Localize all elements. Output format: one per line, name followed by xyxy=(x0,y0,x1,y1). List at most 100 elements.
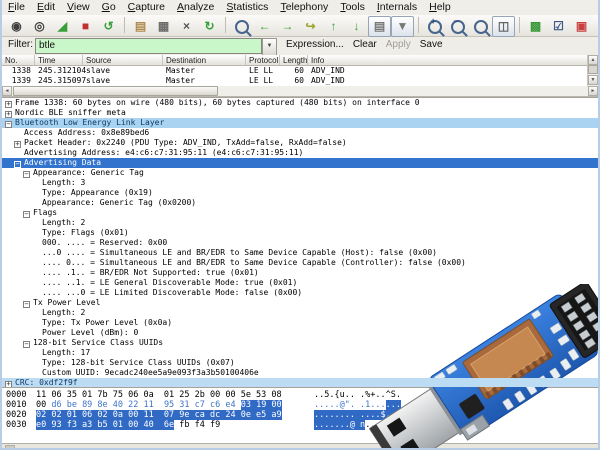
menu-item-tools[interactable]: Tools xyxy=(334,0,371,13)
packet-list-vscrollbar[interactable]: ▲ ▼ xyxy=(587,55,598,86)
tree-row[interactable]: .... .1.. = BR/EDR Not Supported: true (… xyxy=(2,268,598,278)
tree-row[interactable]: Length: 2 xyxy=(2,218,598,228)
restart-capture-button[interactable]: ↺ xyxy=(97,16,120,37)
menu-item-go[interactable]: Go xyxy=(96,0,122,13)
tree-row[interactable]: Length: 3 xyxy=(2,178,598,188)
go-back-icon: ← xyxy=(258,19,271,33)
hex-byte-run: 00 xyxy=(36,400,52,410)
scroll-right-icon[interactable]: ► xyxy=(588,86,598,96)
tree-row[interactable]: + Packet Header: 0x2240 (PDU Type: ADV_IN… xyxy=(2,138,598,148)
filter-dropdown-button[interactable]: ▼ xyxy=(262,38,277,56)
find-packet-icon xyxy=(234,20,249,34)
filter-save-button[interactable]: Save xyxy=(420,39,443,50)
menu-item-internals[interactable]: Internals xyxy=(371,0,423,13)
open-file-button[interactable]: ▤ xyxy=(129,16,152,37)
menu-bar: File Edit View Go Capture Analyze Statistics Te… xyxy=(2,0,598,16)
column-header-info[interactable]: Info xyxy=(308,55,588,66)
menu-item-telephony[interactable]: Telephony xyxy=(274,0,334,13)
packet-list-hscrollbar[interactable]: ◄ ► xyxy=(2,86,598,97)
filter-input[interactable]: btle xyxy=(35,38,262,54)
tree-row[interactable]: Type: Flags (0x01) xyxy=(2,228,598,238)
scroll-down-icon[interactable]: ▼ xyxy=(588,75,598,85)
zoom-in-button[interactable]: + xyxy=(423,16,446,37)
expand-icon[interactable]: + xyxy=(14,141,21,148)
menu-item-view[interactable]: View xyxy=(61,0,96,13)
zoom-100-button[interactable] xyxy=(469,16,492,37)
collapse-icon[interactable]: − xyxy=(5,121,12,128)
tree-row[interactable]: ...0 .... = Simultaneous LE and BR/EDR t… xyxy=(2,248,598,258)
menu-item-file[interactable]: File xyxy=(2,0,31,13)
expand-icon[interactable]: + xyxy=(5,111,12,118)
column-header-length[interactable]: Length xyxy=(280,55,308,66)
expand-icon[interactable]: + xyxy=(5,101,12,108)
collapse-icon[interactable]: − xyxy=(23,171,30,178)
resize-columns-button[interactable]: ◫ xyxy=(492,16,515,37)
tree-row-label: Type: Tx Power Level (0x0a) xyxy=(42,318,173,327)
tree-row[interactable]: − Advertising Data xyxy=(2,158,598,168)
list-interfaces-button[interactable]: ◉ xyxy=(5,16,28,37)
packet-row[interactable]: 1339 245.315097slave Master LE LL 60 ADV_IND xyxy=(2,76,598,86)
reload-file-icon: ↻ xyxy=(204,19,215,33)
reload-file-button[interactable]: ↻ xyxy=(198,16,221,37)
capture-options-button[interactable]: ◎ xyxy=(28,16,51,37)
start-capture-button[interactable]: ◢ xyxy=(51,16,74,37)
colorize-rules-button[interactable]: ▩ xyxy=(524,16,547,37)
vscroll-thumb[interactable] xyxy=(588,65,598,74)
hex-bytes: 02 02 01 06 02 0a 00 11 07 9e ca dc 24 0… xyxy=(36,410,314,420)
tree-row[interactable]: + Frame 1338: 60 bytes on wire (480 bits)… xyxy=(2,98,598,108)
packet-row[interactable]: 1338 245.312104slave Master LE LL 60 ADV_IND xyxy=(2,66,598,76)
zoom-out-button[interactable]: − xyxy=(446,16,469,37)
menu-item-statistics[interactable]: Statistics xyxy=(220,0,274,13)
tree-row[interactable]: Access Address: 0x8e89bed6 xyxy=(2,128,598,138)
go-to-bottom-button[interactable]: ↓ xyxy=(345,16,368,37)
collapse-icon[interactable]: − xyxy=(14,161,21,168)
go-to-packet-icon: ↪ xyxy=(305,19,316,33)
tree-row[interactable]: Advertising Address: e4:c6:c7:31:95:11 (… xyxy=(2,148,598,158)
tree-row-label: Power Level (dBm): 0 xyxy=(42,328,139,337)
column-header-no[interactable]: No. xyxy=(2,55,35,66)
tree-row[interactable]: + CRC: 0xdf2f9f xyxy=(2,378,598,387)
autoscroll-toggle-button[interactable]: ▼ xyxy=(391,16,414,37)
filter-expression-button[interactable]: Expression... xyxy=(286,39,344,50)
preferences-button[interactable]: ∗ xyxy=(593,16,598,37)
colorize-toggle-button[interactable]: ▤ xyxy=(368,16,391,37)
column-header-protocol[interactable]: Protocol xyxy=(246,55,280,66)
stop-capture-button[interactable]: ■ xyxy=(74,16,97,37)
tree-row[interactable]: 000. .... = Reserved: 0x00 xyxy=(2,238,598,248)
filter-clear-button[interactable]: Clear xyxy=(353,39,377,50)
capture-filters-check-button[interactable]: ☑ xyxy=(547,16,570,37)
go-to-packet-button[interactable]: ↪ xyxy=(299,16,322,37)
menu-item-edit[interactable]: Edit xyxy=(31,0,61,13)
menu-item-help[interactable]: Help xyxy=(423,0,457,13)
collapse-icon[interactable]: − xyxy=(23,211,30,218)
tree-row[interactable]: Type: Appearance (0x19) xyxy=(2,188,598,198)
tree-row[interactable]: Appearance: Generic Tag (0x0200) xyxy=(2,198,598,208)
tree-row[interactable]: − Flags xyxy=(2,208,598,218)
column-header-source[interactable]: Source xyxy=(83,55,163,66)
tree-row[interactable]: − Appearance: Generic Tag xyxy=(2,168,598,178)
close-file-button[interactable]: × xyxy=(175,16,198,37)
column-header-time[interactable]: Time xyxy=(35,55,83,66)
zoom-in-icon: + xyxy=(427,16,442,34)
go-to-top-button[interactable]: ↑ xyxy=(322,16,345,37)
collapse-icon[interactable]: − xyxy=(23,301,30,308)
scroll-up-icon[interactable]: ▲ xyxy=(588,55,598,65)
go-back-button[interactable]: ← xyxy=(253,16,276,37)
wireshark-window: File Edit View Go Capture Analyze Statistics Te… xyxy=(0,0,600,450)
go-forward-button[interactable]: → xyxy=(276,16,299,37)
tree-row-label: Bluetooth Low Energy Link Layer xyxy=(15,118,165,127)
tree-row-label: Advertising Data xyxy=(24,158,102,167)
collapse-icon[interactable]: − xyxy=(23,341,30,348)
menu-item-analyze[interactable]: Analyze xyxy=(171,0,220,13)
column-header-destination[interactable]: Destination xyxy=(163,55,246,66)
hscroll-thumb[interactable] xyxy=(13,86,218,96)
coloring-rules-button[interactable]: ▣ xyxy=(570,16,593,37)
tree-row[interactable]: − Bluetooth Low Energy Link Layer xyxy=(2,118,598,128)
find-packet-button[interactable] xyxy=(230,16,253,37)
tree-row[interactable]: .... 0... = Simultaneous LE and BR/EDR t… xyxy=(2,258,598,268)
expand-icon[interactable]: + xyxy=(5,381,12,387)
save-file-button[interactable]: ▦ xyxy=(152,16,175,37)
scroll-left-icon[interactable]: ◄ xyxy=(2,86,12,96)
tree-row[interactable]: + Nordic BLE sniffer meta xyxy=(2,108,598,118)
menu-item-capture[interactable]: Capture xyxy=(122,0,171,13)
